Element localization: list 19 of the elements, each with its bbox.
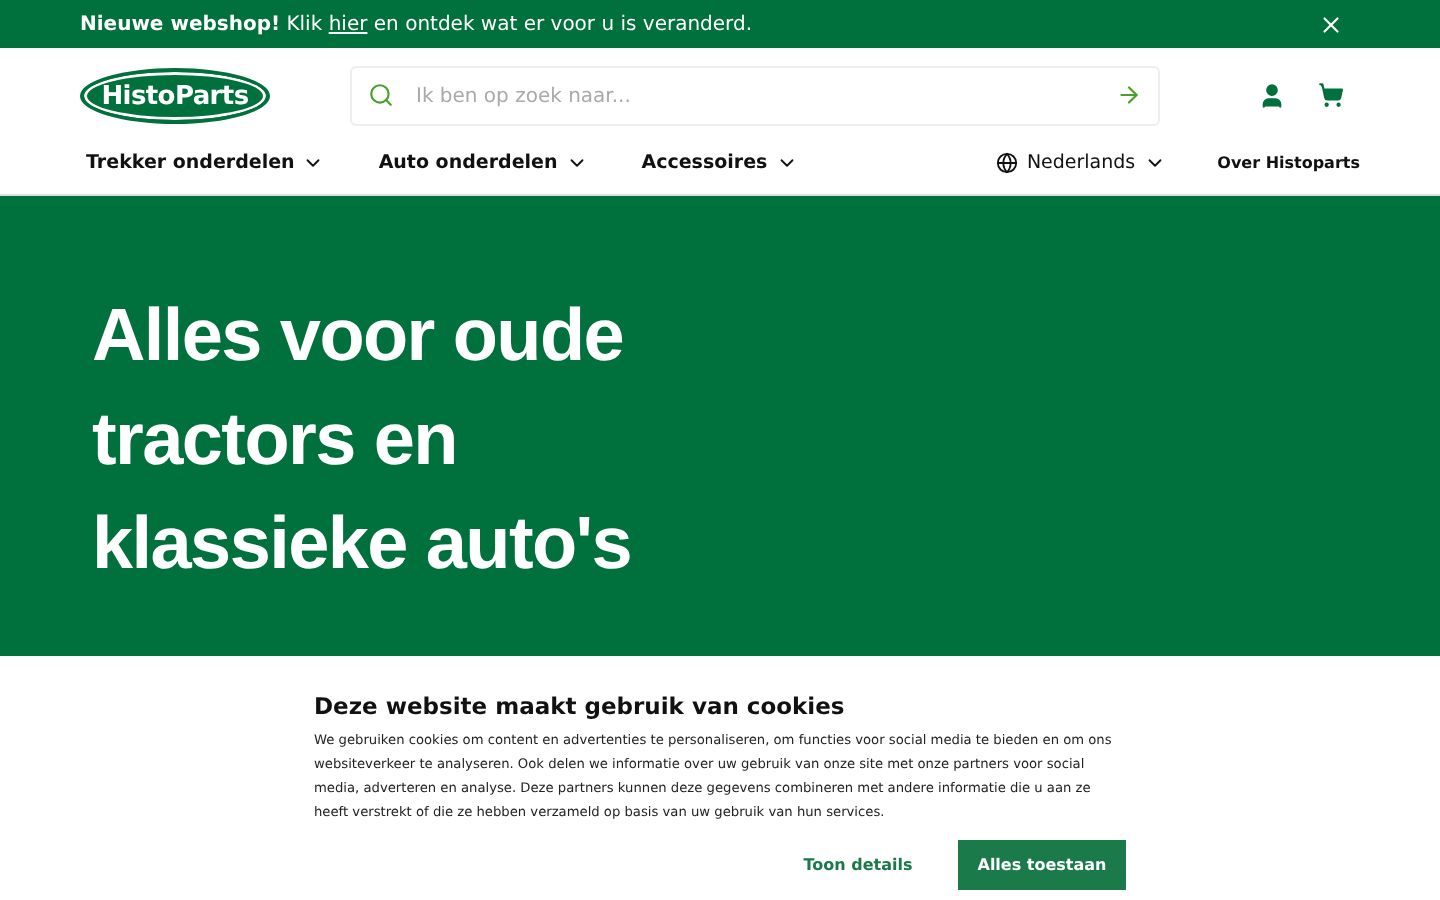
- nav-menu-item[interactable]: Trekker onderdelen: [86, 151, 325, 173]
- nav-menu-item[interactable]: Auto onderdelen: [378, 151, 588, 173]
- user-icon[interactable]: [1258, 82, 1286, 110]
- arrow-right-icon[interactable]: [1116, 82, 1142, 108]
- about-link[interactable]: Over Histoparts: [1217, 153, 1360, 171]
- globe-icon: [996, 151, 1019, 173]
- cookie-title: Deze website maakt gebruik van cookies: [314, 692, 847, 720]
- allow-all-button[interactable]: Alles toestaan: [958, 840, 1126, 890]
- logo[interactable]: HistoParts: [80, 68, 270, 124]
- announcement-text: Nieuwe webshop! Klik hier en ontdek wat er voor u is veranderd.: [80, 13, 753, 35]
- nav-menu-item[interactable]: Accessoires: [641, 151, 798, 173]
- details-button[interactable]: Toon details: [774, 840, 942, 890]
- close-icon[interactable]: [1318, 11, 1344, 37]
- cart-icon[interactable]: [1318, 82, 1344, 108]
- search-field[interactable]: Ik ben op zoek naar...: [350, 66, 1160, 126]
- search-icon: [368, 82, 394, 108]
- announcement-link[interactable]: hier: [328, 13, 368, 35]
- hero-title: Alles voor oude tractors en klassieke auto's: [92, 292, 634, 588]
- language-selector[interactable]: Nederlands: [996, 151, 1166, 173]
